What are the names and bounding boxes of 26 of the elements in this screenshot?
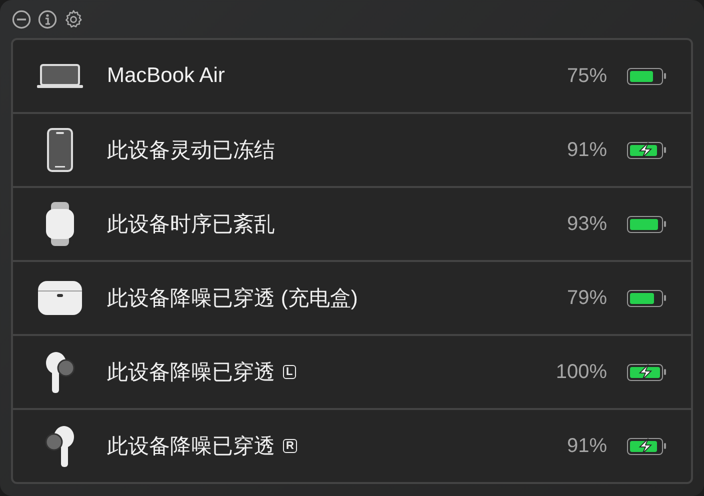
lightning-bolt-icon bbox=[638, 142, 652, 158]
battery-percent: 93% bbox=[566, 212, 607, 236]
earbud-icon bbox=[45, 425, 75, 467]
phone-icon bbox=[47, 128, 73, 172]
battery-percent: 91% bbox=[566, 434, 607, 458]
earbuds-case-icon bbox=[38, 281, 82, 315]
side-label: R bbox=[283, 439, 297, 453]
lightning-bolt-icon bbox=[638, 438, 652, 454]
lightning-bolt-icon bbox=[638, 364, 652, 380]
battery-percent: 91% bbox=[566, 138, 607, 162]
laptop-icon bbox=[37, 64, 83, 88]
side-label: L bbox=[283, 365, 296, 379]
device-name: 此设备降噪已穿透 bbox=[107, 434, 275, 460]
battery-percent: 79% bbox=[566, 286, 607, 310]
watch-icon bbox=[45, 202, 75, 246]
battery-percent: 75% bbox=[566, 64, 607, 88]
device-name: 此设备降噪已穿透 (充电盒) bbox=[107, 286, 358, 312]
device-name: 此设备时序已紊乱 bbox=[107, 212, 275, 238]
info-icon[interactable] bbox=[37, 9, 58, 30]
settings-icon[interactable] bbox=[63, 9, 84, 30]
device-name: MacBook Air bbox=[107, 64, 225, 88]
earbud-icon bbox=[45, 351, 75, 393]
minus-circle-icon[interactable] bbox=[11, 9, 32, 30]
battery-percent: 100% bbox=[556, 360, 607, 384]
device-name: 此设备灵动已冻结 bbox=[107, 138, 275, 164]
device-name: 此设备降噪已穿透 bbox=[107, 360, 275, 386]
